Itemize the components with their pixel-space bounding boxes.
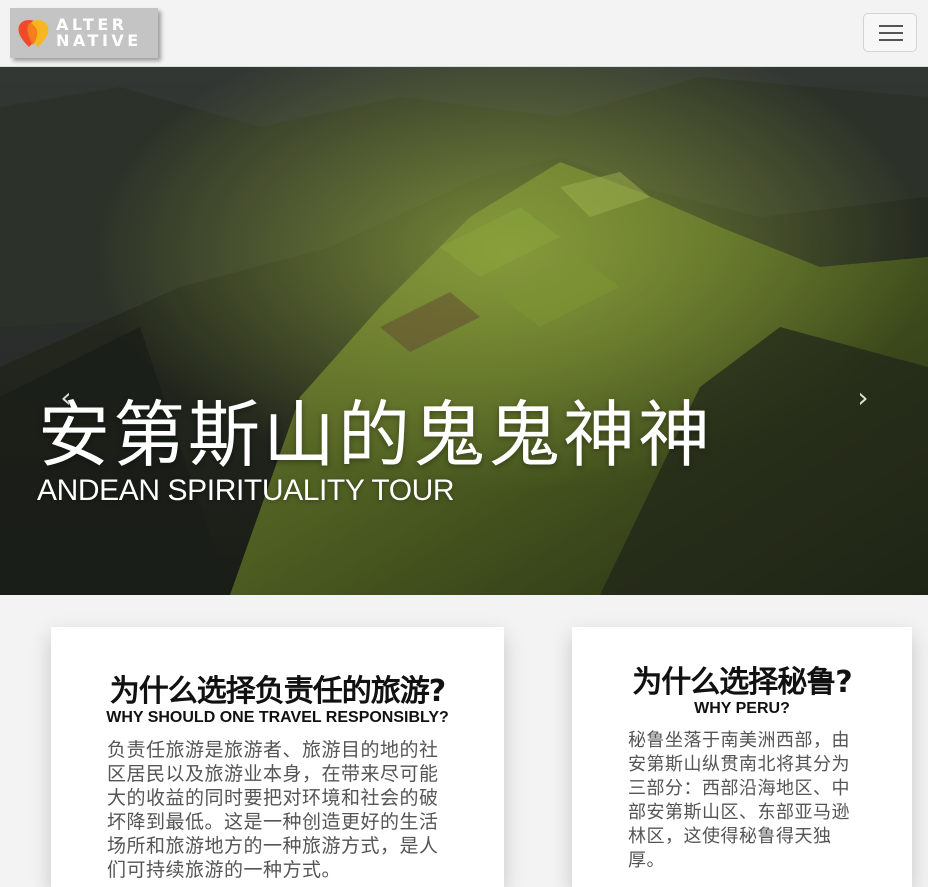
menu-toggle-button[interactable] [863, 13, 917, 52]
card-subtitle: WHY PERU? [694, 700, 790, 717]
carousel-next-button[interactable]: › [851, 384, 875, 412]
logo-line-2: NATIVE [56, 31, 142, 50]
brand-logo[interactable]: ALTER NATIVE [10, 8, 158, 58]
hero-mountain-image [0, 67, 928, 595]
hamburger-menu-icon-bar-bottom [879, 39, 903, 41]
card-body: 负责任旅游是旅游者、旅游目的地的社区居民以及旅游业本身，在带来尽可能大的收益的同… [107, 739, 439, 881]
hero-subtitle: ANDEAN SPIRITUALITY TOUR [37, 474, 455, 507]
card-title: 为什么选择负责任的旅游? [109, 674, 446, 709]
navbar: ALTER NATIVE [0, 0, 928, 67]
card-why-peru: 为什么选择秘鲁? WHY PERU? 秘鲁坐落于南美洲西部，由安第斯山纵贯南北将… [572, 627, 912, 887]
card-responsible-travel: 为什么选择负责任的旅游? WHY SHOULD ONE TRAVEL RESPO… [51, 627, 504, 887]
logo-text: ALTER NATIVE [56, 17, 142, 49]
hamburger-menu-icon-bar-top [879, 25, 903, 27]
card-title: 为什么选择秘鲁? [632, 665, 852, 700]
logo-mark-icon [18, 20, 49, 47]
hamburger-menu-icon-bar-middle [879, 32, 903, 34]
card-body: 秘鲁坐落于南美洲西部，由安第斯山纵贯南北将其分为三部分：西部沿海地区、中部安第斯… [628, 730, 850, 871]
chevron-right-icon: › [857, 381, 869, 414]
hero-title: 安第斯山的鬼鬼神神 [38, 393, 714, 477]
card-subtitle: WHY SHOULD ONE TRAVEL RESPONSIBLY? [106, 709, 449, 726]
hero-carousel: ‹ › 安第斯山的鬼鬼神神 ANDEAN SPIRITUALITY TOUR [0, 67, 928, 595]
